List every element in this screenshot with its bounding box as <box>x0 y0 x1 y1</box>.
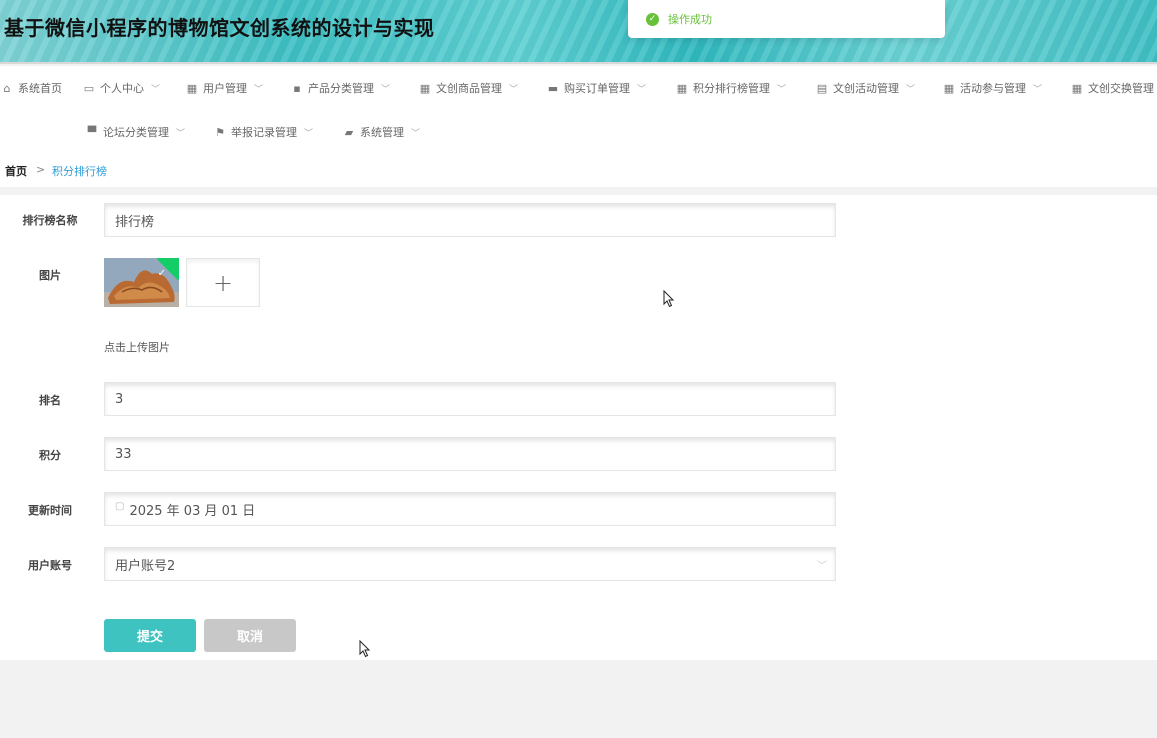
nav-label: 举报记录管理 <box>231 126 297 139</box>
nav-label: 购买订单管理 <box>564 82 630 95</box>
apps-icon: ▦ <box>1071 81 1083 95</box>
chevron-down-icon: ﹀ <box>381 84 391 95</box>
breadcrumb-current: 积分排行榜 <box>52 165 107 178</box>
chevron-down-icon: ﹀ <box>777 84 787 95</box>
breadcrumb-separator: > <box>36 163 46 176</box>
success-toast: ✓ 操作成功 <box>628 0 945 38</box>
nav-label: 论坛分类管理 <box>103 126 169 139</box>
uploaded-image-thumbnail[interactable]: ✓ <box>104 258 179 307</box>
nav-label: 系统管理 <box>360 126 404 139</box>
chevron-down-icon: ﹀ <box>906 84 916 95</box>
grid-icon: ▦ <box>676 81 688 95</box>
grid-icon: ▦ <box>419 81 431 95</box>
date-value: 2025 年 03 月 01 日 <box>129 503 256 519</box>
nav-item-order-management[interactable]: ▬ 购买订单管理 ﹀ <box>546 78 646 98</box>
nav-label: 产品分类管理 <box>308 82 374 95</box>
header-banner: 基于微信小程序的博物馆文创系统的设计与实现 <box>0 0 1157 64</box>
chat-icon: ▪ <box>293 81 301 95</box>
nav-label: 活动参与管理 <box>960 82 1026 95</box>
flag-icon: ⚑ <box>215 125 225 139</box>
label-rank: 排名 <box>39 394 61 407</box>
nav-item-goods-management[interactable]: ▦ 文创商品管理 ﹀ <box>418 78 518 98</box>
nav-label: 文创活动管理 <box>833 82 899 95</box>
nav-item-product-category[interactable]: ▪ 产品分类管理 ﹀ <box>290 78 390 98</box>
image-upload-button[interactable]: + <box>186 258 260 307</box>
nav-label: 系统首页 <box>18 82 62 95</box>
home-icon: ⌂ <box>3 81 11 95</box>
user-account-select[interactable]: 用户账号2 ﹀ <box>104 547 836 581</box>
chevron-down-icon: ﹀ <box>509 84 519 95</box>
date-picker-input[interactable]: ▢ 2025 年 03 月 01 日 <box>104 492 836 526</box>
gear-icon: ▰ <box>344 125 354 139</box>
success-check-icon: ✓ <box>646 12 659 26</box>
chevron-down-icon: ﹀ <box>151 84 161 95</box>
grid-icon: ▦ <box>943 81 955 95</box>
label-user-account: 用户账号 <box>28 559 72 572</box>
nav-item-activity-management[interactable]: ▤ 文创活动管理 ﹀ <box>815 78 915 98</box>
chevron-down-icon: ﹀ <box>176 128 186 139</box>
ranking-name-input[interactable]: 排行榜 <box>104 203 836 237</box>
nav-label: 个人中心 <box>100 82 144 95</box>
label-points: 积分 <box>39 449 61 462</box>
calendar-icon: ▢ <box>115 500 125 512</box>
nav-item-participation-management[interactable]: ▦ 活动参与管理 ﹀ <box>942 78 1042 98</box>
chevron-down-icon: ﹀ <box>304 128 314 139</box>
nav-item-home[interactable]: ⌂ 系统首页 <box>0 78 63 98</box>
nav-item-system-management[interactable]: ▰ 系统管理 ﹀ <box>342 122 420 142</box>
nav-label: 文创商品管理 <box>436 82 502 95</box>
nav-label: 文创交换管理 <box>1088 82 1154 95</box>
grid-icon: ▦ <box>186 81 198 95</box>
briefcase-icon: ▬ <box>547 81 559 95</box>
label-updated-time: 更新时间 <box>28 504 72 517</box>
nav-label: 积分排行榜管理 <box>693 82 770 95</box>
nav-item-personal-center[interactable]: ▭ 个人中心 ﹀ <box>82 78 160 98</box>
clipboard-icon: ▤ <box>816 81 828 95</box>
chevron-down-icon: ﹀ <box>411 128 421 139</box>
mouse-cursor-icon <box>359 640 371 658</box>
cancel-button[interactable]: 取消 <box>204 619 296 652</box>
plus-icon: + <box>212 268 234 297</box>
points-value: 33 <box>115 446 132 462</box>
rank-input[interactable]: 3 <box>104 382 836 416</box>
check-icon: ✓ <box>157 268 166 279</box>
mouse-cursor-icon <box>663 290 675 308</box>
chevron-down-icon: ﹀ <box>817 561 827 572</box>
nav-item-ranking-management[interactable]: ▦ 积分排行榜管理 ﹀ <box>675 78 786 98</box>
breadcrumb: 首页 > 积分排行榜 <box>0 154 1157 187</box>
points-input[interactable]: 33 <box>104 437 836 471</box>
chevron-down-icon: ﹀ <box>637 84 647 95</box>
card-icon: ▭ <box>83 81 95 95</box>
breadcrumb-home[interactable]: 首页 <box>5 163 27 179</box>
nav-item-user-management[interactable]: ▦ 用户管理 ﹀ <box>185 78 263 98</box>
chevron-down-icon: ﹀ <box>254 84 264 95</box>
nav-label: 用户管理 <box>203 82 247 95</box>
nav-item-exchange-management[interactable]: ▦ 文创交换管理 <box>1070 78 1154 98</box>
ranking-name-value: 排行榜 <box>115 214 155 230</box>
monitor-icon: ▀ <box>87 125 97 139</box>
label-ranking-name: 排行榜名称 <box>22 214 78 227</box>
nav-item-forum-category[interactable]: ▀ 论坛分类管理 ﹀ <box>85 122 185 142</box>
nav-item-report-management[interactable]: ⚑ 举报记录管理 ﹀ <box>213 122 313 142</box>
label-image: 图片 <box>39 269 61 282</box>
chevron-down-icon: ﹀ <box>1033 84 1043 95</box>
app-title: 基于微信小程序的博物馆文创系统的设计与实现 <box>4 16 435 40</box>
toast-message: 操作成功 <box>668 13 712 26</box>
top-nav: ⌂ 系统首页 ▭ 个人中心 ﹀ ▦ 用户管理 ﹀ ▪ 产品分类管理 ﹀ ▦ 文创… <box>0 66 1157 154</box>
user-account-value: 用户账号2 <box>115 558 176 574</box>
rank-value: 3 <box>115 391 124 407</box>
upload-hint: 点击上传图片 <box>104 341 170 354</box>
submit-button[interactable]: 提交 <box>104 619 196 652</box>
